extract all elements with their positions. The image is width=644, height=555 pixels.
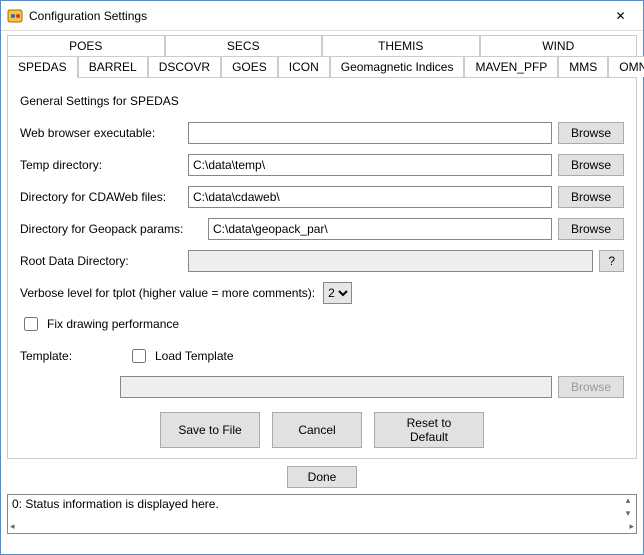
scrollbar-vertical[interactable]: ▴ ▾ bbox=[620, 495, 636, 519]
tab-wind[interactable]: WIND bbox=[480, 35, 638, 56]
input-cdaweb-dir[interactable] bbox=[188, 186, 552, 208]
tab-row-upper: POES SECS THEMIS WIND bbox=[7, 35, 637, 56]
row-fix-drawing: Fix drawing performance bbox=[20, 314, 624, 334]
done-button[interactable]: Done bbox=[287, 466, 357, 488]
checkbox-load-template[interactable] bbox=[132, 349, 146, 363]
scrollbar-horizontal[interactable]: ◂ ▸ bbox=[8, 519, 636, 533]
row-root-dir: Root Data Directory: ? bbox=[20, 250, 624, 272]
scroll-right-icon: ▸ bbox=[629, 521, 634, 532]
status-text: 0: Status information is displayed here. bbox=[8, 495, 636, 513]
label-root-dir: Root Data Directory: bbox=[20, 254, 180, 268]
label-template: Template: bbox=[20, 349, 120, 363]
label-geopack-dir: Directory for Geopack params: bbox=[20, 222, 200, 236]
label-load-template: Load Template bbox=[155, 349, 234, 363]
action-row: Save to File Cancel Reset to Default bbox=[20, 412, 624, 448]
cancel-button[interactable]: Cancel bbox=[272, 412, 362, 448]
row-web-browser: Web browser executable: Browse bbox=[20, 122, 624, 144]
browse-temp-dir[interactable]: Browse bbox=[558, 154, 624, 176]
row-template-header: Template: Load Template bbox=[20, 346, 624, 366]
input-root-dir bbox=[188, 250, 593, 272]
tab-omni[interactable]: OMNI bbox=[608, 56, 644, 77]
tab-barrel[interactable]: BARREL bbox=[78, 56, 148, 77]
row-template-path: Browse bbox=[20, 376, 624, 398]
scroll-down-icon: ▾ bbox=[620, 508, 636, 519]
select-verbose[interactable]: 2 bbox=[323, 282, 352, 304]
row-temp-dir: Temp directory: Browse bbox=[20, 154, 624, 176]
load-template-wrap: Load Template bbox=[128, 346, 234, 366]
checkbox-fix-drawing[interactable] bbox=[24, 317, 38, 331]
status-box: 0: Status information is displayed here.… bbox=[7, 494, 637, 534]
reset-button[interactable]: Reset to Default bbox=[374, 412, 484, 448]
tab-themis[interactable]: THEMIS bbox=[322, 35, 480, 56]
tab-maven[interactable]: MAVEN_PFP bbox=[464, 56, 558, 77]
titlebar: Configuration Settings ✕ bbox=[1, 1, 643, 31]
browse-template: Browse bbox=[558, 376, 624, 398]
tab-icon[interactable]: ICON bbox=[278, 56, 330, 77]
tab-goes[interactable]: GOES bbox=[221, 56, 278, 77]
close-button[interactable]: ✕ bbox=[598, 1, 643, 31]
tab-mms[interactable]: MMS bbox=[558, 56, 608, 77]
tab-row-lower: SPEDAS BARREL DSCOVR GOES ICON Geomagnet… bbox=[7, 56, 637, 78]
input-template-path bbox=[120, 376, 552, 398]
input-temp-dir[interactable] bbox=[188, 154, 552, 176]
tab-secs[interactable]: SECS bbox=[165, 35, 323, 56]
save-button[interactable]: Save to File bbox=[160, 412, 260, 448]
scroll-up-icon: ▴ bbox=[620, 495, 636, 506]
label-verbose: Verbose level for tplot (higher value = … bbox=[20, 286, 315, 300]
help-root-dir[interactable]: ? bbox=[599, 250, 624, 272]
row-cdaweb-dir: Directory for CDAWeb files: Browse bbox=[20, 186, 624, 208]
scroll-left-icon: ◂ bbox=[10, 521, 15, 532]
label-temp-dir: Temp directory: bbox=[20, 158, 180, 172]
browse-geopack-dir[interactable]: Browse bbox=[558, 218, 624, 240]
row-geopack-dir: Directory for Geopack params: Browse bbox=[20, 218, 624, 240]
done-row: Done bbox=[1, 466, 643, 488]
window-title: Configuration Settings bbox=[29, 9, 598, 23]
tab-poes[interactable]: POES bbox=[7, 35, 165, 56]
input-web-browser[interactable] bbox=[188, 122, 552, 144]
label-web-browser: Web browser executable: bbox=[20, 126, 180, 140]
app-icon bbox=[7, 8, 23, 24]
row-verbose: Verbose level for tplot (higher value = … bbox=[20, 282, 624, 304]
tab-dscovr[interactable]: DSCOVR bbox=[148, 56, 221, 77]
label-cdaweb-dir: Directory for CDAWeb files: bbox=[20, 190, 180, 204]
browse-cdaweb-dir[interactable]: Browse bbox=[558, 186, 624, 208]
tab-geomag[interactable]: Geomagnetic Indices bbox=[330, 56, 465, 77]
label-fix-drawing: Fix drawing performance bbox=[47, 317, 179, 331]
close-icon: ✕ bbox=[615, 9, 625, 23]
browse-web-browser[interactable]: Browse bbox=[558, 122, 624, 144]
input-geopack-dir[interactable] bbox=[208, 218, 552, 240]
panel-heading: General Settings for SPEDAS bbox=[20, 94, 624, 108]
tab-spedas[interactable]: SPEDAS bbox=[7, 56, 78, 77]
settings-panel: General Settings for SPEDAS Web browser … bbox=[7, 77, 637, 459]
